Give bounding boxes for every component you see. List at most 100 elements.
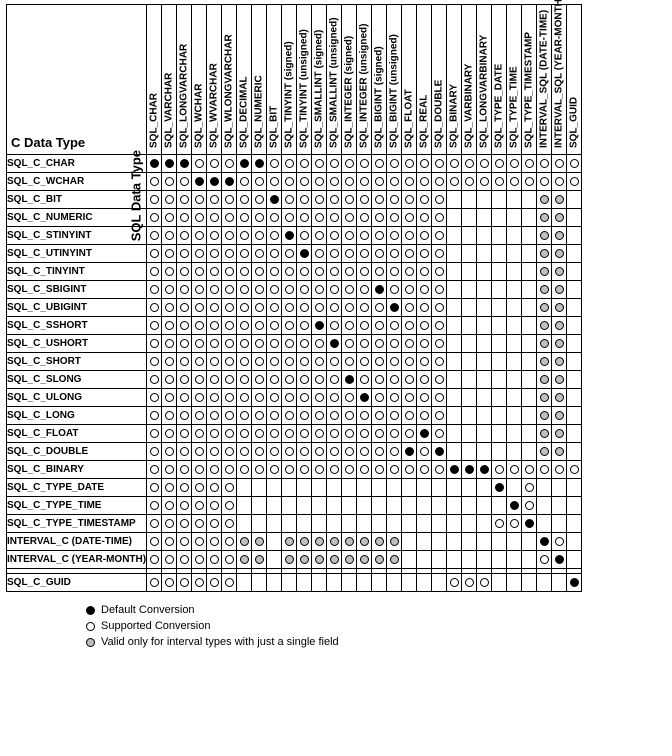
supported-conversion-icon bbox=[345, 195, 354, 204]
matrix-cell bbox=[342, 209, 357, 227]
matrix-cell bbox=[327, 443, 342, 461]
supported-conversion-icon bbox=[255, 357, 264, 366]
supported-conversion-icon bbox=[315, 447, 324, 456]
matrix-cell bbox=[147, 425, 162, 443]
supported-conversion-icon bbox=[300, 231, 309, 240]
matrix-cell bbox=[162, 533, 177, 551]
supported-conversion-icon bbox=[180, 249, 189, 258]
default-conversion-icon bbox=[255, 159, 264, 168]
supported-conversion-icon bbox=[195, 578, 204, 587]
matrix-cell bbox=[387, 317, 402, 335]
supported-conversion-icon bbox=[420, 393, 429, 402]
supported-conversion-icon bbox=[300, 357, 309, 366]
supported-conversion-icon bbox=[195, 213, 204, 222]
supported-conversion-icon bbox=[570, 159, 579, 168]
supported-conversion-icon bbox=[435, 195, 444, 204]
supported-conversion-icon bbox=[240, 465, 249, 474]
interval-only-icon bbox=[300, 537, 309, 546]
matrix-cell bbox=[447, 191, 462, 209]
matrix-cell bbox=[252, 245, 267, 263]
supported-conversion-icon bbox=[150, 555, 159, 564]
interval-only-icon bbox=[330, 555, 339, 564]
supported-conversion-icon bbox=[540, 555, 549, 564]
matrix-cell bbox=[402, 317, 417, 335]
matrix-cell bbox=[162, 335, 177, 353]
matrix-cell bbox=[222, 389, 237, 407]
supported-conversion-icon bbox=[300, 411, 309, 420]
interval-only-icon bbox=[555, 267, 564, 276]
supported-conversion-icon bbox=[300, 177, 309, 186]
matrix-cell bbox=[297, 479, 312, 497]
matrix-cell bbox=[567, 515, 582, 533]
supported-conversion-icon bbox=[420, 411, 429, 420]
matrix-cell bbox=[357, 335, 372, 353]
matrix-cell bbox=[297, 245, 312, 263]
matrix-cell bbox=[552, 263, 567, 281]
supported-conversion-icon bbox=[330, 321, 339, 330]
supported-conversion-icon bbox=[225, 267, 234, 276]
matrix-cell bbox=[222, 209, 237, 227]
matrix-cell bbox=[237, 191, 252, 209]
matrix-cell bbox=[312, 155, 327, 173]
matrix-cell bbox=[507, 173, 522, 191]
matrix-cell bbox=[282, 299, 297, 317]
row-header: SQL_C_TINYINT bbox=[7, 263, 147, 281]
matrix-cell bbox=[507, 155, 522, 173]
matrix-cell bbox=[432, 335, 447, 353]
supported-conversion-icon bbox=[435, 159, 444, 168]
matrix-cell bbox=[327, 245, 342, 263]
supported-conversion-icon bbox=[300, 303, 309, 312]
matrix-cell bbox=[507, 551, 522, 569]
col-header: SQL_VARCHAR bbox=[162, 5, 177, 155]
supported-conversion-icon bbox=[555, 159, 564, 168]
supported-conversion-icon bbox=[435, 339, 444, 348]
supported-conversion-icon bbox=[150, 501, 159, 510]
matrix-cell bbox=[552, 515, 567, 533]
matrix-cell bbox=[192, 425, 207, 443]
matrix-cell bbox=[462, 191, 477, 209]
matrix-cell bbox=[357, 227, 372, 245]
default-conversion-icon bbox=[270, 195, 279, 204]
supported-conversion-icon bbox=[315, 375, 324, 384]
matrix-cell bbox=[237, 227, 252, 245]
matrix-cell bbox=[477, 227, 492, 245]
matrix-cell bbox=[207, 191, 222, 209]
matrix-cell bbox=[147, 335, 162, 353]
matrix-cell bbox=[357, 479, 372, 497]
matrix-cell bbox=[432, 263, 447, 281]
matrix-cell bbox=[237, 443, 252, 461]
matrix-cell bbox=[567, 335, 582, 353]
supported-conversion-icon bbox=[375, 429, 384, 438]
supported-conversion-icon bbox=[375, 411, 384, 420]
supported-conversion-icon bbox=[420, 285, 429, 294]
supported-conversion-icon bbox=[420, 339, 429, 348]
matrix-cell bbox=[162, 317, 177, 335]
matrix-cell bbox=[492, 155, 507, 173]
matrix-cell bbox=[447, 209, 462, 227]
supported-conversion-icon bbox=[390, 339, 399, 348]
matrix-cell bbox=[177, 263, 192, 281]
matrix-cell bbox=[327, 407, 342, 425]
matrix-cell bbox=[282, 479, 297, 497]
matrix-cell bbox=[342, 407, 357, 425]
default-conversion-icon bbox=[285, 231, 294, 240]
supported-conversion-icon bbox=[150, 267, 159, 276]
matrix-cell bbox=[552, 317, 567, 335]
matrix-cell bbox=[207, 299, 222, 317]
matrix-cell bbox=[522, 155, 537, 173]
matrix-cell bbox=[312, 227, 327, 245]
supported-conversion-icon bbox=[450, 159, 459, 168]
matrix-cell bbox=[177, 317, 192, 335]
matrix-cell bbox=[432, 191, 447, 209]
matrix-cell bbox=[522, 209, 537, 227]
matrix-cell bbox=[177, 353, 192, 371]
supported-conversion-icon bbox=[465, 177, 474, 186]
matrix-cell bbox=[462, 317, 477, 335]
matrix-cell bbox=[537, 209, 552, 227]
matrix-cell bbox=[297, 191, 312, 209]
matrix-cell bbox=[252, 425, 267, 443]
supported-conversion-icon bbox=[270, 465, 279, 474]
matrix-cell bbox=[237, 299, 252, 317]
supported-conversion-icon bbox=[330, 429, 339, 438]
col-header: SQL_INTEGER (signed) bbox=[342, 5, 357, 155]
